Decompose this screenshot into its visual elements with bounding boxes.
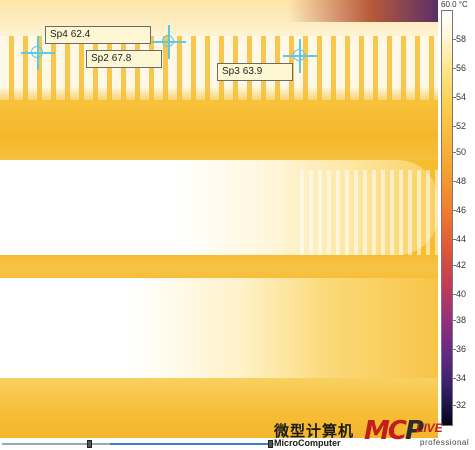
range-slider-handle-left[interactable]: [87, 440, 92, 448]
scale-tick: 32: [453, 400, 474, 410]
thermal-region-band-lower: [0, 255, 438, 280]
temperature-color-scale: [441, 10, 453, 426]
range-slider-handle-right[interactable]: [268, 440, 273, 448]
scale-tick: 54: [453, 92, 474, 102]
scale-tick: 56: [453, 63, 474, 73]
spot-label-sp3[interactable]: Sp3 63.9: [217, 63, 293, 81]
thermal-region-hotspot-lower: [0, 278, 438, 378]
scale-tick: 46: [453, 205, 474, 215]
scale-tick: 58: [453, 34, 474, 44]
logo-live: LIVE: [416, 421, 443, 435]
scale-tick: 38: [453, 315, 474, 325]
watermark-english: MicroComputer: [274, 438, 341, 448]
spot-label-value: 63.9: [242, 66, 263, 77]
scale-tick: 44: [453, 234, 474, 244]
scale-tick: 42: [453, 260, 474, 270]
scale-tick: 48: [453, 176, 474, 186]
spot-label-value: 62.4: [70, 29, 91, 40]
mcplive-logo: MCP: [364, 416, 424, 446]
scale-tick: 52: [453, 121, 474, 131]
crosshair-ring: [293, 49, 305, 61]
scale-max-label: 60.0 °C: [441, 0, 468, 9]
crosshair-ring: [31, 46, 43, 58]
logo-letter-c: C: [387, 416, 407, 446]
thermal-region-cool-corner: [288, 0, 438, 22]
logo-professional: professional: [420, 438, 470, 447]
spot-label-id: Sp3: [222, 66, 240, 77]
spot-label-id: Sp2: [91, 53, 109, 64]
scale-tick: 34: [453, 373, 474, 383]
scale-tick: 50: [453, 147, 474, 157]
crosshair-ring: [162, 35, 174, 47]
logo-letter-m: M: [364, 416, 390, 446]
scale-tick: 40: [453, 289, 474, 299]
scale-tick: 36: [453, 344, 474, 354]
range-slider-fill: [110, 443, 268, 445]
spot-label-sp2[interactable]: Sp2 67.8: [86, 50, 162, 68]
thermal-region-band: [0, 100, 438, 160]
spot-label-value: 67.8: [111, 53, 132, 64]
spot-label-id: Sp4: [50, 29, 68, 40]
spot-label-sp4[interactable]: Sp4 62.4: [45, 26, 151, 44]
